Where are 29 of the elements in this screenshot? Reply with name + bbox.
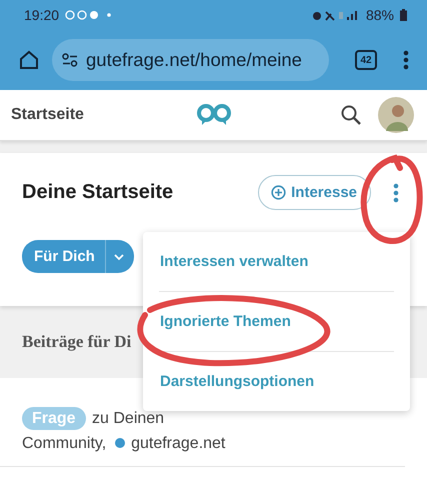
battery-level: 88% <box>366 7 394 23</box>
topic-link[interactable]: gutefrage.net <box>131 435 226 452</box>
more-options-icon[interactable] <box>403 50 409 70</box>
menu-item[interactable]: Interessen verwalten <box>143 232 410 291</box>
dropdown-button[interactable] <box>106 240 134 273</box>
more-options-icon[interactable] <box>393 182 399 202</box>
section-title: Beiträge für Di <box>22 332 132 352</box>
plus-circle-icon <box>271 185 286 200</box>
tab-count-button[interactable]: 42 <box>355 50 377 70</box>
status-time: 19:20 <box>24 7 60 23</box>
add-interest-button[interactable]: Interesse <box>258 175 371 210</box>
home-icon[interactable] <box>18 49 40 71</box>
post-tag: Frage <box>22 407 86 430</box>
chevron-down-icon <box>114 254 124 261</box>
topic-dot <box>114 438 125 448</box>
battery-icon <box>400 9 407 21</box>
site-settings-icon[interactable] <box>62 53 78 67</box>
post-context: zu Deinen <box>92 410 164 427</box>
topic-link[interactable]: Community, <box>22 435 106 452</box>
page-title: Startseite <box>11 106 85 124</box>
menu-item[interactable]: Darstellungsoptionen <box>143 352 410 411</box>
menu-item[interactable]: Ignorierte Themen <box>143 292 410 351</box>
feed-button[interactable]: Für Dich <box>22 240 106 273</box>
avatar[interactable] <box>378 97 414 133</box>
search-icon[interactable] <box>340 104 362 126</box>
logo-icon[interactable] <box>196 102 232 128</box>
address-bar[interactable]: gutefrage.net/home/meine <box>52 39 329 81</box>
system-status-icons <box>312 10 360 20</box>
card-title: Deine Startseite <box>22 181 174 204</box>
